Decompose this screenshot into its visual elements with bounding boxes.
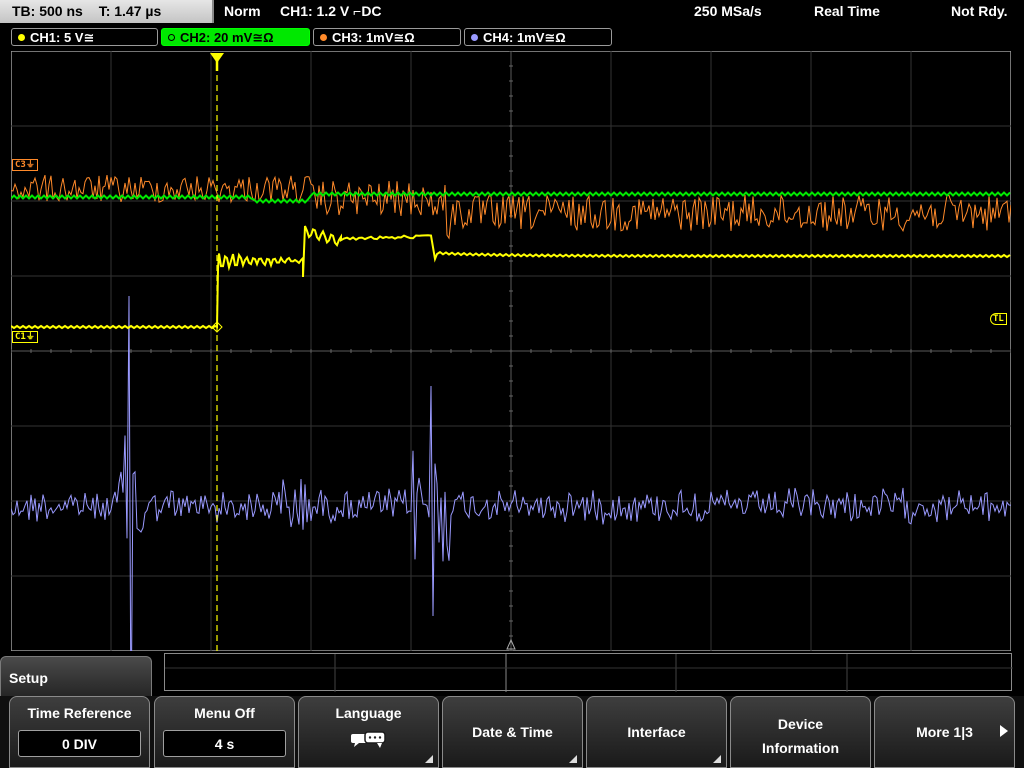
date-time-label: Date & Time: [472, 724, 553, 740]
channel-row: CH1: 5 V≅ CH2: 20 mV≅Ω CH3: 1mV≅Ω CH4: 1…: [0, 26, 1024, 48]
channel-2-chip[interactable]: CH2: 20 mV≅Ω: [161, 28, 310, 46]
channel-1-offset-marker[interactable]: C1⏚: [12, 331, 38, 343]
language-softkey[interactable]: Language: [298, 696, 439, 768]
menu-off-label: Menu Off: [194, 705, 255, 721]
time-reference-value[interactable]: 0 DIV: [18, 730, 141, 757]
timebase-box[interactable]: TB: 500 ns T: 1.47 µs: [0, 0, 214, 23]
interface-submenu-icon: [713, 755, 721, 763]
trigger-time-text: T: 1.47 µs: [98, 3, 162, 19]
time-reference-softkey[interactable]: Time Reference 0 DIV: [9, 696, 150, 768]
channel-3-offset-marker[interactable]: C3⏚: [12, 159, 38, 171]
more-softkey[interactable]: More 1|3: [874, 696, 1015, 768]
interface-label: Interface: [627, 724, 686, 740]
menu-title: Setup: [0, 656, 152, 696]
sample-rate-text: 250 MSa/s: [694, 3, 762, 19]
trigger-level-marker[interactable]: TL: [990, 313, 1007, 325]
channel-3-chip[interactable]: CH3: 1mV≅Ω: [313, 28, 461, 46]
channel-1-dot-icon: [18, 34, 25, 41]
softkey-bar: Time Reference 0 DIV Menu Off 4 s Langua…: [0, 696, 1024, 768]
info-strip-grid: [165, 654, 1013, 692]
status-bar: TB: 500 ns T: 1.47 µs Norm CH1: 1.2 V ⌐D…: [0, 0, 1024, 24]
channel-3-dot-icon: [320, 34, 327, 41]
language-submenu-icon: [425, 755, 433, 763]
date-time-softkey[interactable]: Date & Time: [442, 696, 583, 768]
trigger-text[interactable]: CH1: 1.2 V ⌐DC: [280, 0, 382, 23]
channel-3-label: CH3: 1mV≅Ω: [332, 30, 415, 45]
timebase-text: TB: 500 ns: [12, 3, 83, 19]
acq-mode-realtime: Real Time: [814, 3, 880, 19]
waveform-svg: [11, 51, 1011, 651]
channel-1-label: CH1: 5 V≅: [30, 30, 95, 45]
channel-4-label: CH4: 1mV≅Ω: [483, 30, 566, 45]
speech-bubble-icon: [351, 731, 386, 748]
waveform-display[interactable]: C3⏚ C1⏚ TL: [11, 51, 1011, 651]
more-label: More 1|3: [916, 724, 973, 740]
more-arrow-icon: [1000, 725, 1008, 737]
date-time-submenu-icon: [569, 755, 577, 763]
ready-status: Not Rdy.: [951, 3, 1008, 19]
info-strip: [164, 653, 1013, 692]
menu-off-softkey[interactable]: Menu Off 4 s: [154, 696, 295, 768]
channel-2-label: CH2: 20 mV≅Ω: [180, 30, 274, 45]
channel-2-dot-icon: [168, 34, 175, 41]
channel-4-chip[interactable]: CH4: 1mV≅Ω: [464, 28, 612, 46]
device-information-label: Device Information: [762, 716, 839, 756]
device-information-softkey[interactable]: Device Information: [730, 696, 871, 768]
menu-off-value[interactable]: 4 s: [163, 730, 286, 757]
channel-4-dot-icon: [471, 34, 478, 41]
time-reference-label: Time Reference: [27, 705, 132, 721]
language-label: Language: [335, 705, 402, 721]
channel-1-chip[interactable]: CH1: 5 V≅: [11, 28, 158, 46]
interface-softkey[interactable]: Interface: [586, 696, 727, 768]
acq-mode-text[interactable]: Norm: [224, 0, 261, 23]
